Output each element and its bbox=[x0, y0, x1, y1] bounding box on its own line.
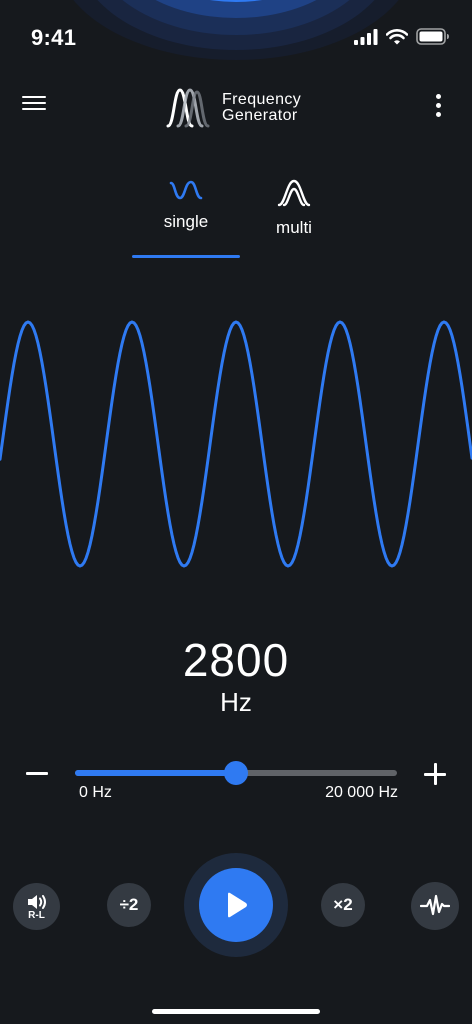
frequency-unit: Hz bbox=[220, 687, 252, 717]
app-title-line1: Frequency bbox=[222, 91, 302, 108]
multi-wave-icon bbox=[277, 179, 311, 207]
status-time: 9:41 bbox=[31, 25, 77, 50]
increase-icon[interactable] bbox=[424, 763, 446, 785]
slider-thumb[interactable] bbox=[224, 761, 248, 785]
speaker-icon bbox=[27, 894, 46, 909]
active-tab-indicator bbox=[132, 255, 240, 258]
slider-min-label: 0 Hz bbox=[79, 784, 112, 801]
app-title: Frequency Generator bbox=[222, 92, 301, 124]
waveform-logo-icon bbox=[166, 88, 210, 128]
tab-multi-label: multi bbox=[276, 218, 312, 237]
slider-max-label: 20 000 Hz bbox=[325, 784, 398, 801]
status-icons bbox=[354, 28, 450, 45]
frequency-slider[interactable] bbox=[75, 761, 397, 785]
decrease-icon[interactable] bbox=[26, 772, 48, 775]
more-options-icon[interactable] bbox=[430, 94, 446, 120]
app-header: Frequency Generator bbox=[0, 80, 472, 132]
frequency-display: 2800 Hz bbox=[0, 632, 472, 716]
wifi-icon bbox=[386, 28, 408, 44]
single-wave-icon bbox=[169, 180, 203, 200]
tab-single[interactable]: single bbox=[132, 172, 240, 258]
sine-wave-display bbox=[0, 320, 472, 568]
status-bar: 9:41 bbox=[0, 0, 472, 70]
divide-frequency-button[interactable]: ÷2 bbox=[107, 883, 151, 927]
app-title-line2: Generator bbox=[222, 107, 298, 124]
slider-fill bbox=[75, 770, 236, 776]
tab-multi[interactable]: multi bbox=[240, 172, 348, 258]
play-button[interactable] bbox=[199, 868, 273, 942]
multiply-frequency-button[interactable]: ×2 bbox=[321, 883, 365, 927]
playback-controls: R-L ÷2 ×2 bbox=[0, 850, 472, 960]
signal-icon bbox=[354, 28, 378, 45]
tab-single-label: single bbox=[163, 212, 209, 231]
mode-tabs: single multi bbox=[132, 172, 348, 258]
home-indicator bbox=[152, 1009, 320, 1014]
app-logo: Frequency Generator bbox=[164, 86, 301, 130]
waveform-type-button[interactable] bbox=[411, 882, 459, 930]
play-icon bbox=[228, 892, 247, 918]
frequency-value[interactable]: 2800 bbox=[0, 632, 472, 688]
channel-rl-label: R-L bbox=[28, 909, 45, 921]
channel-rl-button[interactable]: R-L bbox=[13, 883, 60, 930]
frequency-slider-row: 0 Hz 20 000 Hz bbox=[0, 752, 472, 812]
pulse-waveform-icon bbox=[420, 894, 450, 916]
battery-icon bbox=[416, 28, 449, 45]
hamburger-menu-icon[interactable] bbox=[22, 92, 52, 118]
